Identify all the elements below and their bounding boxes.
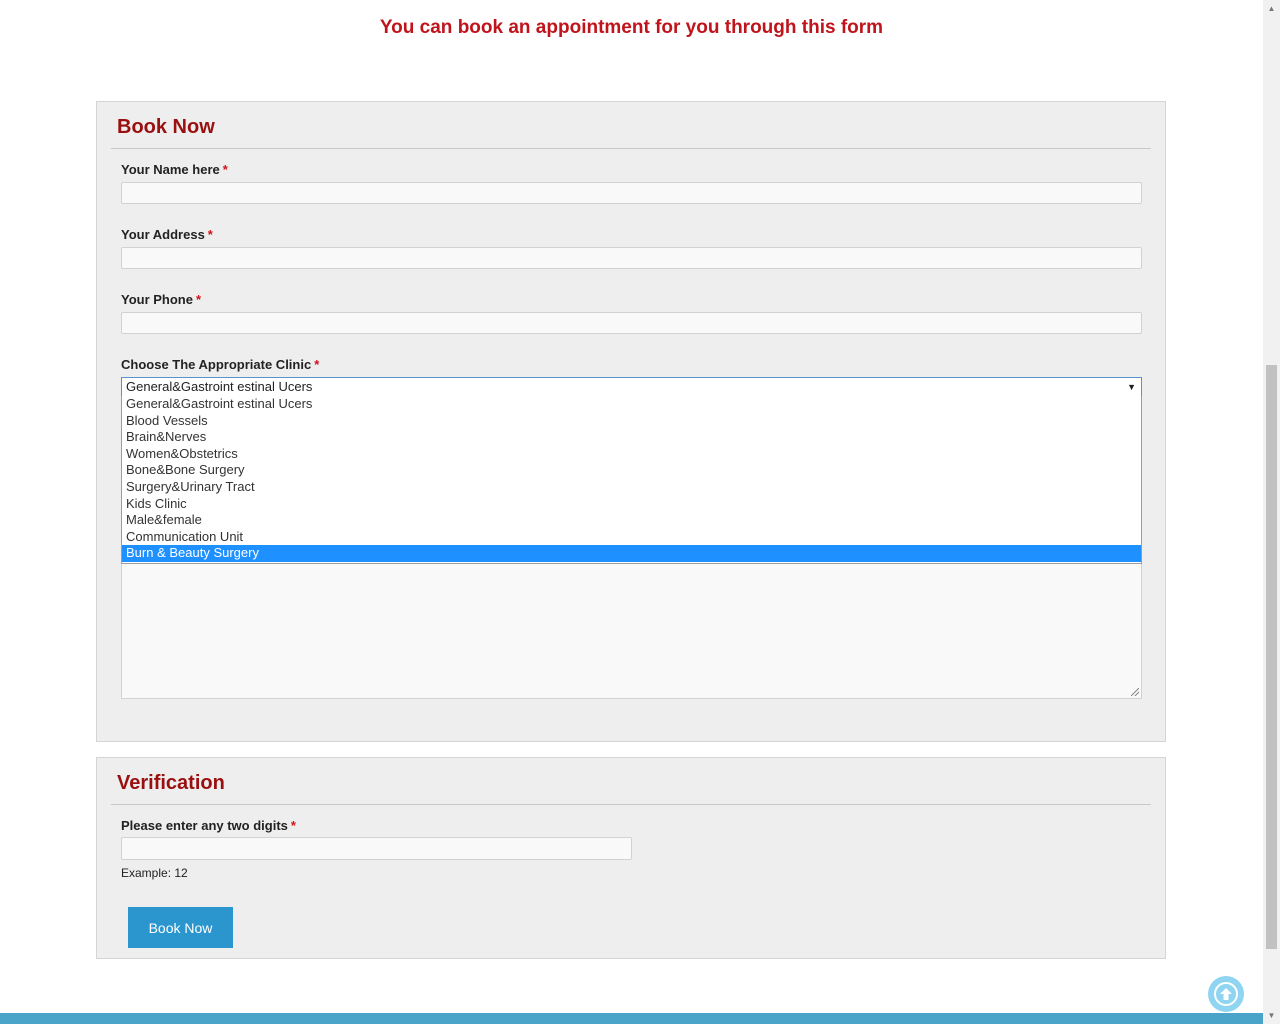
- digits-help-text: Example: 12: [121, 866, 188, 880]
- scrollbar-thumb[interactable]: [1266, 365, 1277, 949]
- book-now-button[interactable]: Book Now: [128, 907, 233, 948]
- clinic-option[interactable]: Male&female: [122, 512, 1141, 529]
- required-marker: *: [207, 227, 213, 242]
- phone-label-text: Your Phone: [121, 292, 193, 307]
- clinic-option-highlighted[interactable]: Burn & Beauty Surgery: [122, 545, 1141, 562]
- divider: [111, 148, 1151, 149]
- name-label-text: Your Name here: [121, 162, 220, 177]
- divider: [111, 804, 1151, 805]
- book-now-title: Book Now: [117, 116, 215, 138]
- required-marker: *: [195, 292, 202, 307]
- clinic-option[interactable]: Surgery&Urinary Tract: [122, 479, 1141, 496]
- required-marker: *: [314, 357, 320, 372]
- name-label: Your Name here *: [121, 162, 228, 177]
- clinic-option[interactable]: Brain&Nerves: [122, 429, 1141, 446]
- address-label: Your Address *: [121, 227, 213, 242]
- digits-label: Please enter any two digits *: [121, 818, 296, 833]
- clinic-option[interactable]: Bone&Bone Surgery: [122, 462, 1141, 479]
- resize-handle-icon[interactable]: [1131, 688, 1139, 696]
- digits-label-text: Please enter any two digits: [121, 818, 288, 833]
- clinic-label: Choose The Appropriate Clinic *: [121, 357, 319, 372]
- clinic-select[interactable]: General&Gastroint estinal Ucers ▼: [121, 377, 1142, 397]
- scroll-up-arrow-icon[interactable]: ▲: [1263, 0, 1280, 17]
- phone-label: Your Phone *: [121, 292, 201, 307]
- clinic-option[interactable]: Communication Unit: [122, 529, 1141, 546]
- triangle-down-icon: ▼: [1127, 382, 1136, 392]
- arrow-up-icon: [1214, 982, 1238, 1006]
- clinic-option[interactable]: Women&Obstetrics: [122, 446, 1141, 463]
- clinic-option[interactable]: Kids Clinic: [122, 496, 1141, 513]
- verification-panel: Verification Please enter any two digits…: [96, 757, 1166, 959]
- name-input[interactable]: [121, 182, 1142, 204]
- digits-input[interactable]: [121, 837, 632, 860]
- required-marker: *: [222, 162, 228, 177]
- intro-text: You can book an appointment for you thro…: [379, 17, 884, 38]
- back-to-top-button[interactable]: [1208, 976, 1244, 1012]
- vertical-scrollbar[interactable]: ▲ ▼: [1263, 0, 1280, 1024]
- address-input[interactable]: [121, 247, 1142, 269]
- required-marker: *: [290, 818, 296, 833]
- scroll-down-arrow-icon[interactable]: ▼: [1263, 1007, 1280, 1024]
- clinic-option[interactable]: General&Gastroint estinal Ucers: [122, 396, 1141, 413]
- clinic-select-value: General&Gastroint estinal Ucers: [126, 379, 313, 394]
- phone-input[interactable]: [121, 312, 1142, 334]
- page: You can book an appointment for you thro…: [0, 0, 1280, 1024]
- footer-bar: [0, 1013, 1263, 1024]
- clinic-dropdown-list: General&Gastroint estinal Ucers Blood Ve…: [121, 396, 1142, 564]
- address-label-text: Your Address: [121, 227, 205, 242]
- verification-title: Verification: [117, 772, 225, 794]
- clinic-label-text: Choose The Appropriate Clinic: [121, 357, 312, 372]
- clinic-option[interactable]: Blood Vessels: [122, 413, 1141, 430]
